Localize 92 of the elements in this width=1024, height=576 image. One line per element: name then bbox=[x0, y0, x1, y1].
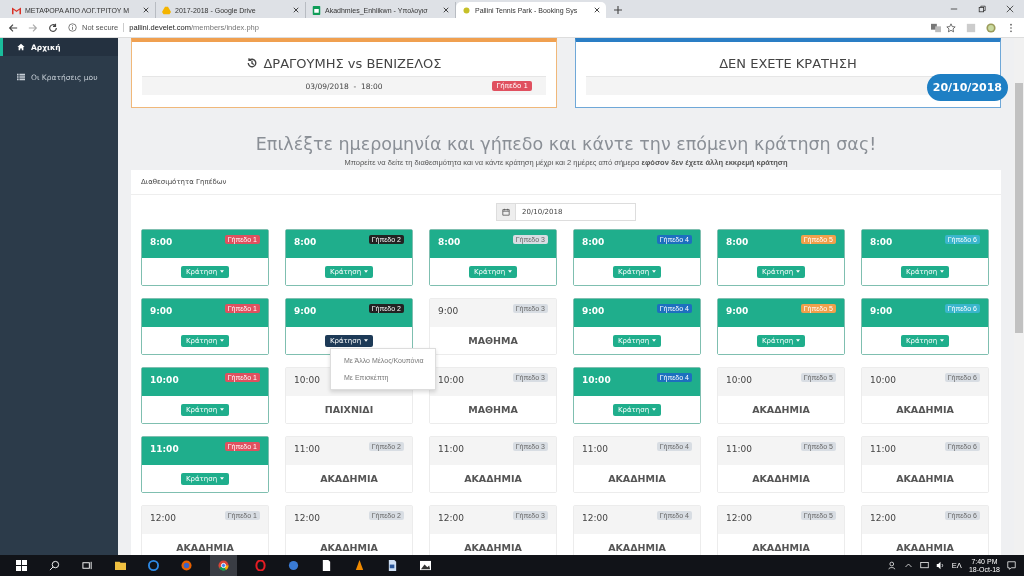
notification-icon[interactable] bbox=[1007, 561, 1016, 570]
sheet-icon bbox=[312, 5, 321, 15]
slot-status: ΑΚΑΔΗΜΙΑ bbox=[752, 473, 810, 484]
restore-icon[interactable] bbox=[978, 5, 986, 13]
slot-status: ΑΚΑΔΗΜΙΑ bbox=[464, 542, 522, 553]
translate-icon[interactable] bbox=[931, 22, 941, 33]
star-icon[interactable] bbox=[946, 22, 956, 33]
slot-status: ΠΑΙΧΝΙΔΙ bbox=[324, 404, 374, 415]
caret-icon bbox=[220, 408, 225, 411]
slot-status: ΑΚΑΔΗΜΙΑ bbox=[752, 404, 810, 415]
reload-icon[interactable] bbox=[48, 22, 58, 33]
slot-status: ΑΚΑΔΗΜΙΑ bbox=[752, 542, 810, 553]
triangle-icon bbox=[162, 5, 171, 15]
slot-status: ΑΚΑΔΗΜΙΑ bbox=[608, 542, 666, 553]
slot-time: 10:00 bbox=[870, 375, 896, 385]
avatar-icon[interactable] bbox=[986, 22, 996, 33]
slot-status: ΑΚΑΔΗΜΙΑ bbox=[608, 473, 666, 484]
history-icon bbox=[246, 57, 259, 69]
back-icon[interactable] bbox=[8, 22, 18, 33]
caret-icon bbox=[796, 270, 801, 273]
slot-time: 12:00 bbox=[150, 513, 176, 523]
caret-icon bbox=[364, 270, 369, 273]
slot-time: 11:00 bbox=[870, 444, 896, 454]
calendar-icon bbox=[502, 208, 510, 216]
caret-icon bbox=[652, 408, 657, 411]
network-icon[interactable] bbox=[919, 561, 929, 570]
date-badge: 20/10/2018 bbox=[926, 74, 1008, 101]
slot-time: 11:00 bbox=[438, 444, 464, 454]
slot-time: 8:00 bbox=[726, 237, 749, 247]
caret-icon bbox=[220, 270, 225, 273]
new-tab-icon[interactable] bbox=[614, 6, 622, 14]
slot-time: 10:00 bbox=[294, 375, 320, 385]
slot-status: ΜΑΘΗΜΑ bbox=[468, 335, 518, 346]
slot-status: ΑΚΑΔΗΜΙΑ bbox=[320, 542, 378, 553]
close-icon[interactable] bbox=[594, 7, 600, 13]
slot-time: 12:00 bbox=[294, 513, 320, 523]
slot-time: 10:00 bbox=[150, 375, 179, 385]
caret-icon bbox=[364, 339, 369, 342]
caret-icon bbox=[940, 339, 945, 342]
close-icon[interactable] bbox=[293, 7, 299, 13]
home-icon bbox=[17, 43, 25, 51]
close-icon[interactable] bbox=[443, 7, 449, 13]
slot-time: 11:00 bbox=[726, 444, 752, 454]
slot-time: 8:00 bbox=[582, 237, 605, 247]
slot-status: ΑΚΑΔΗΜΙΑ bbox=[320, 473, 378, 484]
slot-time: 8:00 bbox=[870, 237, 893, 247]
caret-icon bbox=[508, 270, 513, 273]
people-icon[interactable] bbox=[887, 561, 897, 570]
slot-time: 8:00 bbox=[294, 237, 317, 247]
slot-time: 9:00 bbox=[294, 306, 317, 316]
slot-time: 12:00 bbox=[726, 513, 752, 523]
mail-icon bbox=[12, 5, 21, 15]
slot-time: 9:00 bbox=[870, 306, 893, 316]
calendar-addon[interactable] bbox=[496, 203, 516, 221]
slot-time: 12:00 bbox=[870, 513, 896, 523]
caret-up-icon[interactable] bbox=[903, 561, 913, 570]
chrome-icon[interactable] bbox=[210, 555, 237, 576]
slot-time: 11:00 bbox=[150, 444, 179, 454]
caret-icon bbox=[796, 339, 801, 342]
slot-status: ΑΚΑΔΗΜΙΑ bbox=[896, 473, 954, 484]
ball-icon bbox=[462, 5, 471, 15]
slot-status: ΑΚΑΔΗΜΙΑ bbox=[896, 404, 954, 415]
slot-time: 9:00 bbox=[438, 306, 459, 316]
slot-time: 8:00 bbox=[150, 237, 173, 247]
caret-icon bbox=[220, 339, 225, 342]
list-icon bbox=[17, 73, 25, 81]
slot-time: 9:00 bbox=[726, 306, 749, 316]
caret-icon bbox=[940, 270, 945, 273]
slot-status: ΑΚΑΔΗΜΙΑ bbox=[176, 542, 234, 553]
caret-icon bbox=[652, 339, 657, 342]
slot-time: 10:00 bbox=[582, 375, 611, 385]
volume-icon[interactable] bbox=[935, 561, 945, 570]
caret-icon bbox=[652, 270, 657, 273]
card-title: ΔΡΑΓΟΥΜΗΣ vs ΒΕΝΙΖΕΛΟΣ bbox=[263, 55, 442, 71]
info-icon bbox=[68, 23, 77, 32]
page-heading: Επιλέξτε ημερομηνία και γήπεδο και κάντε την επόμενη κράτηση σας! bbox=[254, 134, 878, 154]
caret-icon bbox=[220, 477, 225, 480]
slot-time: 10:00 bbox=[726, 375, 752, 385]
slot-status: ΑΚΑΔΗΜΙΑ bbox=[896, 542, 954, 553]
slot-time: 11:00 bbox=[582, 444, 608, 454]
close-icon[interactable] bbox=[1006, 5, 1014, 13]
slot-time: 12:00 bbox=[582, 513, 608, 523]
slot-time: 10:00 bbox=[438, 375, 464, 385]
slot-time: 12:00 bbox=[438, 513, 464, 523]
slot-time: 9:00 bbox=[150, 306, 173, 316]
slot-time: 11:00 bbox=[294, 444, 320, 454]
slot-status: ΑΚΑΔΗΜΙΑ bbox=[464, 473, 522, 484]
card-title: ΔΕΝ ΕΧΕΤΕ ΚΡΑΤΗΣΗ bbox=[719, 55, 857, 71]
slot-time: 8:00 bbox=[438, 237, 461, 247]
slot-status: ΜΑΘΗΜΑ bbox=[468, 404, 518, 415]
close-icon[interactable] bbox=[143, 7, 149, 13]
slot-time: 9:00 bbox=[582, 306, 605, 316]
